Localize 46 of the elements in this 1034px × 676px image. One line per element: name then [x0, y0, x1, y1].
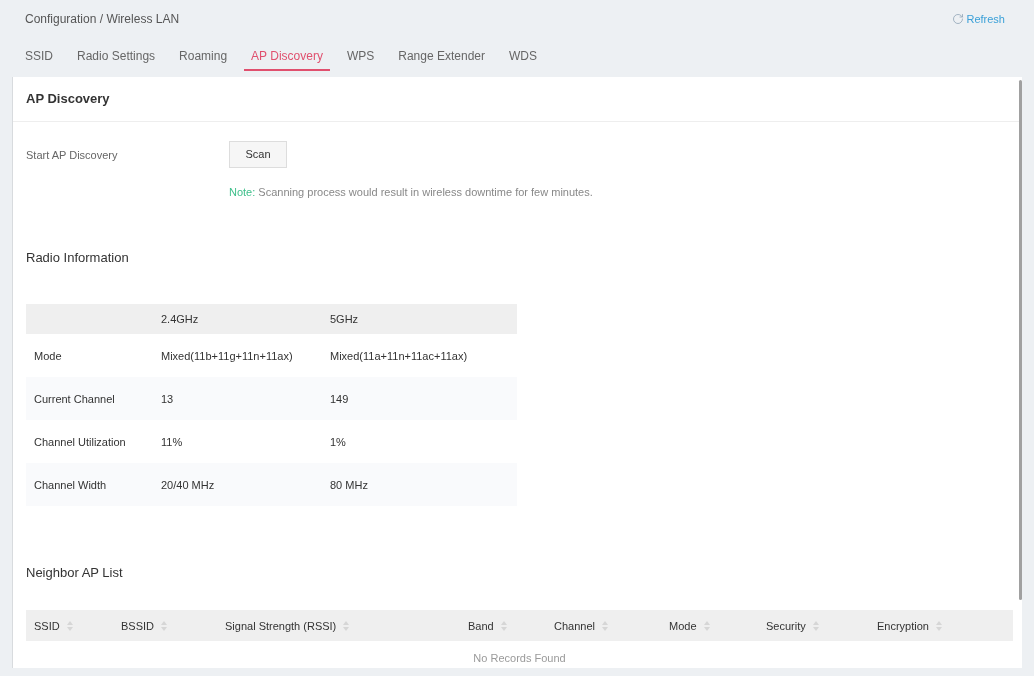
column-header[interactable]: Signal Strength (RSSI) [225, 618, 337, 633]
section-title: Neighbor AP List [26, 564, 123, 582]
sort-icon[interactable] [602, 620, 608, 631]
table-cell-text: 149 [329, 391, 350, 406]
note-text: Note: Scanning process would result in wireless downtime for few minutes. [229, 185, 593, 200]
table-cell-text: 80 MHz [329, 477, 369, 492]
column-header[interactable]: Encryption [877, 618, 929, 633]
row-label: Channel Width [33, 477, 108, 492]
table-cell-text: 11% [160, 434, 184, 449]
tab[interactable]: Radio Settings [70, 43, 163, 71]
field-label: Start AP Discovery [26, 147, 119, 162]
breadcrumb: Configuration / Wireless LAN [25, 11, 180, 27]
empty-message: No Records Found [473, 651, 566, 665]
table-cell-text: 20/40 MHz [160, 477, 216, 492]
column-header[interactable]: Security [766, 618, 806, 633]
table-cell-text: Mixed(11b+11g+11n+11ax) [160, 348, 294, 363]
sort-icon[interactable] [812, 620, 819, 631]
sort-icon[interactable] [161, 620, 167, 631]
sort-icon[interactable] [66, 620, 73, 631]
panel-title: AP Discovery [26, 90, 110, 108]
column-header: 5GHz [329, 312, 360, 326]
sort-icon[interactable] [343, 620, 350, 631]
scan-button[interactable]: Scan [229, 141, 287, 168]
column-header: 2.4GHz [160, 312, 200, 326]
row-label: Channel Utilization [33, 434, 127, 449]
column-header[interactable]: Mode [669, 618, 697, 633]
column-header[interactable]: BSSID [121, 618, 154, 633]
table-cell-text: 13 [160, 391, 175, 406]
row-label: Mode [33, 348, 63, 363]
tab[interactable]: Range Extender [391, 43, 492, 71]
column-header[interactable]: Band [468, 618, 494, 633]
tab[interactable]: WDS [502, 43, 544, 71]
scrollbar-thumb[interactable] [1019, 80, 1022, 600]
section-title: Radio Information [26, 249, 129, 267]
table-cell-text: Mixed(11a+11n+11ac+11ax) [329, 348, 469, 363]
tab[interactable]: SSID [18, 43, 60, 71]
column-header[interactable]: Channel [554, 618, 595, 633]
sort-icon[interactable] [500, 620, 507, 631]
tab[interactable]: WPS [339, 43, 382, 71]
row-label: Current Channel [33, 391, 116, 406]
sort-icon[interactable] [936, 620, 942, 631]
refresh-icon [952, 13, 965, 25]
sort-icon[interactable] [703, 620, 710, 631]
column-header[interactable]: SSID [34, 618, 60, 633]
table-cell-text: 1% [329, 434, 347, 449]
tab[interactable]: Roaming [172, 43, 235, 71]
